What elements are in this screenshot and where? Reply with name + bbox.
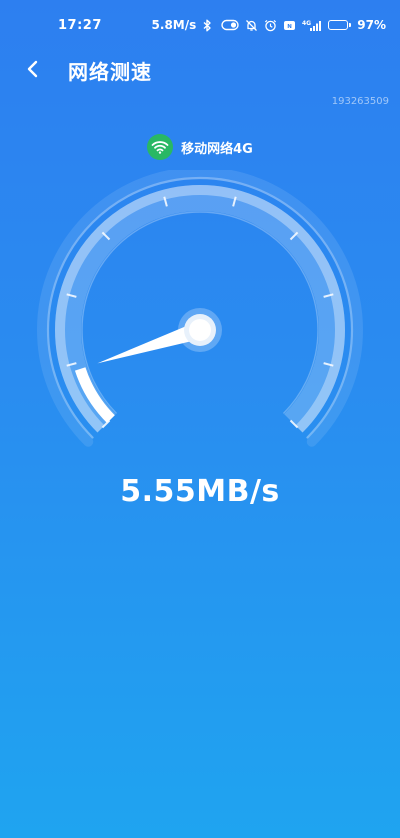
device-id: 193263509 [331,96,389,107]
status-time: 17:27 [58,18,102,33]
speed-value: 5.55MB/s [120,474,280,509]
status-bar: 17:27 5.8M/s N 4G 97% [0,0,400,52]
signal-icon: 4G [302,19,322,32]
header: 网络测速 [0,52,400,90]
toggle-icon [221,19,239,32]
wifi-icon [147,134,174,160]
chevron-left-icon [27,60,38,78]
back-button[interactable] [18,54,48,84]
network-type-text: 4G [302,20,311,27]
svg-text:N: N [287,23,292,29]
nfc-icon: N [283,19,296,32]
net-speed: 5.8M/s [151,18,197,32]
speed-gauge [37,170,363,447]
page-title: 网络测速 [68,60,152,84]
gauge-hub-center [189,319,211,341]
bluetooth-icon [202,19,215,32]
alarm-icon [264,19,277,32]
mute-bell-icon [245,19,258,32]
battery-icon [328,20,352,30]
network-label: 移动网络4G [181,141,253,157]
battery-percent: 97% [357,18,386,32]
status-icons: 5.8M/s N 4G 97% [152,15,386,35]
network-indicator: 移动网络4G [0,134,400,160]
